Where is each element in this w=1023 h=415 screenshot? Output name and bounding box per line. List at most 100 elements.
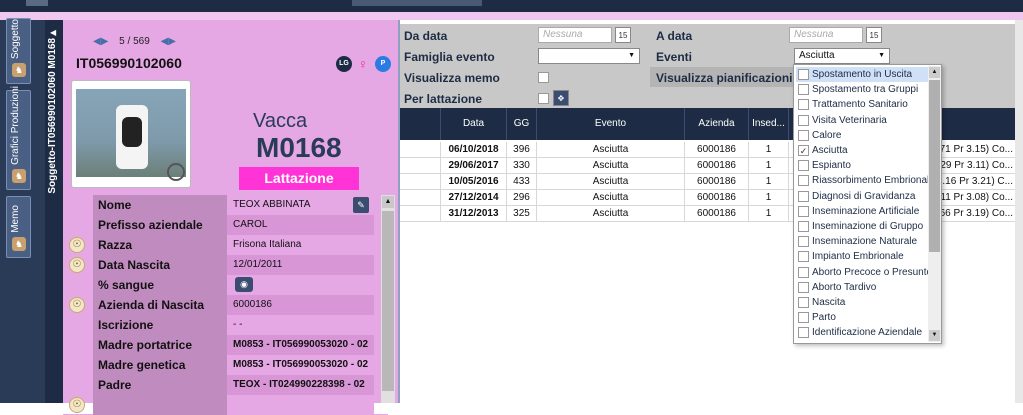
option-checkbox[interactable] <box>798 160 809 172</box>
col-azienda[interactable]: Azienda <box>684 108 748 140</box>
visualizza-pianificazioni-label: Visualizza pianificazioni <box>656 71 793 85</box>
dropdown-option[interactable]: Aborto Tardivo <box>796 280 928 295</box>
option-checkbox[interactable]: ✓ <box>798 145 809 156</box>
dropdown-option[interactable]: Inseminazione Artificiale <box>796 204 928 219</box>
dropdown-option[interactable]: Riassorbimento Embrionale <box>796 173 928 188</box>
info-value[interactable]: M0853 - IT056990053020 - 02 <box>227 355 374 375</box>
info-value[interactable]: M0853 - IT056990053020 - 02 <box>227 335 374 355</box>
dropdown-scrollbar[interactable]: ▲ ▼ <box>928 66 941 342</box>
info-label: Razza <box>93 235 227 255</box>
collapse-arrow-icon[interactable]: ◀ <box>50 28 56 37</box>
dropdown-option[interactable]: ✓ Asciutta <box>796 143 928 158</box>
da-data-input[interactable]: Nessuna <box>538 27 612 43</box>
info-value <box>227 395 374 415</box>
info-label: Prefisso aziendale <box>93 215 227 235</box>
calendar-icon[interactable]: 15 <box>866 27 882 43</box>
col-gg[interactable]: GG <box>506 108 536 140</box>
option-checkbox[interactable] <box>798 327 809 339</box>
prev-arrow-icon[interactable]: ◀▶ <box>93 36 108 47</box>
option-label: Espianto <box>812 160 851 172</box>
info-row-madre-portatrice: Madre portatrice M0853 - IT056990053020 … <box>63 335 388 355</box>
col-evento[interactable]: Evento <box>536 108 684 140</box>
famiglia-evento-select[interactable]: ▼ <box>538 48 640 64</box>
option-checkbox[interactable] <box>798 84 809 96</box>
dropdown-option[interactable]: Aborto Precoce o Presunto <box>796 265 928 280</box>
dropdown-option[interactable]: Identificazione Aziendale <box>796 325 928 340</box>
vitruvian-icon[interactable]: ☉ <box>69 257 85 273</box>
zoom-icon[interactable] <box>167 163 185 181</box>
dropdown-option[interactable]: Trattamento Sanitario <box>796 97 928 112</box>
col-data[interactable]: Data <box>440 108 506 140</box>
scroll-thumb[interactable] <box>929 80 940 252</box>
tab-grafici-produzioni[interactable]: Grafici Produzioni ♞ <box>6 86 31 190</box>
dropdown-option[interactable]: Inseminazione di Gruppo <box>796 219 928 234</box>
scroll-up-icon[interactable]: ▲ <box>382 196 394 208</box>
dropdown-option[interactable]: Espianto <box>796 158 928 173</box>
info-scrollbar[interactable]: ▲ <box>381 195 395 403</box>
dropdown-option[interactable]: Calore <box>796 128 928 143</box>
vitruvian-icon[interactable]: ☉ <box>69 237 85 253</box>
dropdown-option[interactable]: Diagnosi di Gravidanza <box>796 189 928 204</box>
option-checkbox[interactable] <box>798 99 809 111</box>
p-badge: P <box>375 56 391 72</box>
visualizza-memo-checkbox[interactable] <box>538 72 549 83</box>
col-insed[interactable]: Insed... <box>748 108 788 140</box>
option-label: Identificazione Aziendale <box>812 327 923 339</box>
info-label: Data Nascita <box>93 255 227 275</box>
info-value: 6000186 <box>227 295 374 315</box>
option-checkbox[interactable] <box>798 297 809 308</box>
animal-photo[interactable] <box>71 80 191 188</box>
vitruvian-icon[interactable]: ☉ <box>69 397 85 413</box>
option-checkbox[interactable] <box>798 190 809 202</box>
info-row-prefisso: Prefisso aziendale CAROL <box>63 215 388 235</box>
option-checkbox[interactable] <box>798 281 809 293</box>
tab-memo[interactable]: Memo ♞ <box>6 196 31 258</box>
option-checkbox[interactable] <box>798 312 809 324</box>
dropdown-option[interactable]: Nascita <box>796 295 928 310</box>
info-label <box>93 395 227 415</box>
option-checkbox[interactable] <box>798 236 809 248</box>
tab-soggetto[interactable]: Soggetto ♞ <box>6 18 31 84</box>
panel-title: Soggetto-IT056990102060 M0168 <box>47 38 58 194</box>
option-checkbox[interactable] <box>798 114 809 126</box>
info-value: Frisona Italiana <box>227 235 374 255</box>
eye-icon[interactable]: ◉ <box>235 277 253 292</box>
option-checkbox[interactable] <box>798 175 809 187</box>
info-row-azienda-nascita: ☉ Azienda di Nascita 6000186 <box>63 295 388 315</box>
option-checkbox[interactable] <box>798 266 809 278</box>
dropdown-option[interactable]: Inseminazione Naturale <box>796 234 928 249</box>
next-arrow-icon[interactable]: ◀▶ <box>161 36 176 47</box>
edit-icon[interactable]: ✎ <box>353 197 369 213</box>
calendar-icon[interactable]: 15 <box>615 27 631 43</box>
scroll-thumb[interactable] <box>382 211 394 391</box>
option-checkbox[interactable] <box>798 69 809 80</box>
tab-memo-label: Memo <box>10 205 21 233</box>
info-row-iscrizione: Iscrizione - - <box>63 315 388 335</box>
top-tab[interactable] <box>26 0 48 6</box>
dropdown-option[interactable]: Parto <box>796 310 928 325</box>
per-lattazione-checkbox[interactable] <box>538 93 549 104</box>
vitruvian-icon[interactable]: ☉ <box>69 297 85 313</box>
top-bar <box>0 0 1023 12</box>
info-value: ◉ <box>227 275 374 295</box>
option-checkbox[interactable] <box>798 251 809 263</box>
per-lattazione-label: Per lattazione <box>404 92 483 106</box>
dropdown-option[interactable]: Spostamento in Uscita <box>796 67 928 82</box>
info-value[interactable]: TEOX - IT024990228398 - 02 <box>227 375 374 395</box>
eventi-dropdown-list[interactable]: Spostamento in Uscita Spostamento tra Gru… <box>793 64 942 344</box>
a-data-input[interactable]: Nessuna <box>789 27 863 43</box>
scroll-down-icon[interactable]: ▼ <box>929 330 940 341</box>
scroll-up-icon[interactable]: ▲ <box>929 67 940 78</box>
top-tab-active[interactable] <box>352 0 482 6</box>
eventi-select[interactable]: Asciutta ▼ <box>794 48 890 64</box>
dropdown-option[interactable]: Spostamento tra Gruppi <box>796 82 928 97</box>
info-label: Nome <box>93 195 227 215</box>
dropdown-option[interactable]: Impianto Embrionale <box>796 249 928 264</box>
info-row-partial: ☉ <box>63 395 388 415</box>
settings-icon[interactable]: ✥ <box>553 90 569 106</box>
option-checkbox[interactable] <box>798 205 809 217</box>
info-value: CAROL <box>227 215 374 235</box>
option-checkbox[interactable] <box>798 221 809 232</box>
dropdown-option[interactable]: Visita Veterinaria <box>796 113 928 128</box>
option-checkbox[interactable] <box>798 129 809 141</box>
